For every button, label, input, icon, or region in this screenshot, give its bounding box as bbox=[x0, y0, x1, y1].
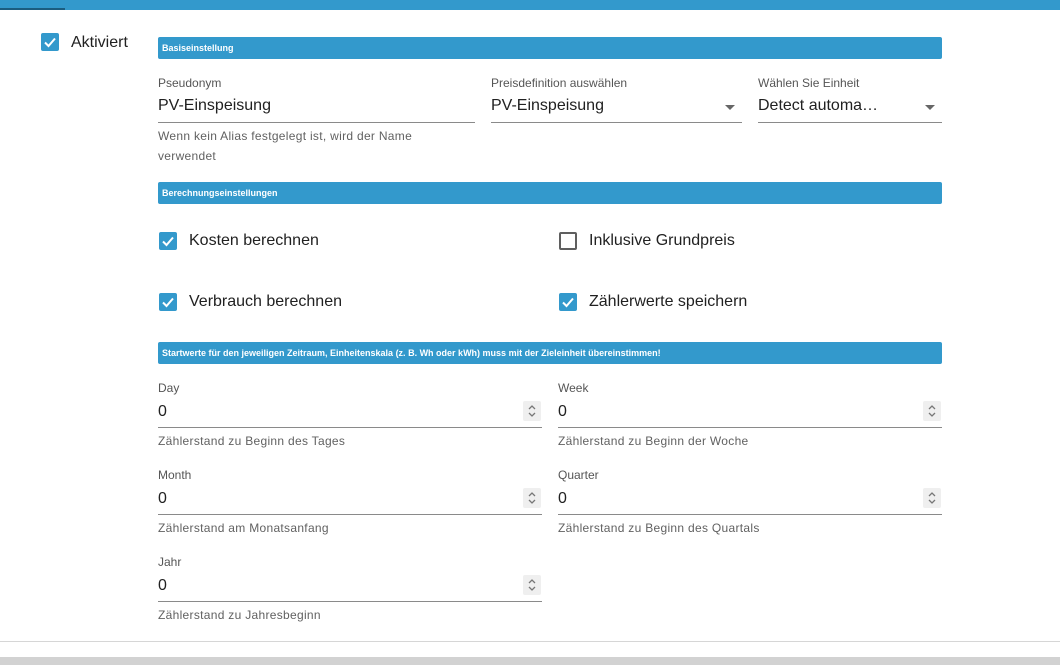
week-input[interactable]: 0 bbox=[558, 403, 918, 425]
day-hint: Zählerstand zu Beginn des Tages bbox=[158, 434, 346, 448]
top-toolbar bbox=[0, 0, 1060, 10]
quarter-underline bbox=[558, 514, 942, 515]
section-header-start: Startwerte für den jeweiligen Zeitraum, … bbox=[158, 342, 942, 364]
base-price-label: Inklusive Grundpreis bbox=[589, 232, 735, 249]
alias-label: Pseudonym bbox=[158, 76, 222, 90]
bottom-scrollbar-track[interactable] bbox=[0, 657, 1060, 665]
quarter-spin-updown-icon[interactable] bbox=[923, 488, 941, 508]
month-input[interactable]: 0 bbox=[158, 490, 518, 512]
day-underline bbox=[158, 427, 542, 428]
costs-label: Kosten berechnen bbox=[189, 232, 319, 249]
month-hint: Zählerstand am Monatsanfang bbox=[158, 521, 329, 535]
unit-select-label: Wählen Sie Einheit bbox=[758, 76, 860, 90]
price-underline bbox=[491, 122, 742, 123]
price-select[interactable]: PV-Einspeisung bbox=[491, 97, 742, 119]
year-label: Jahr bbox=[158, 555, 182, 569]
quarter-hint: Zählerstand zu Beginn des Quartals bbox=[558, 521, 760, 535]
unit-caret-down-icon[interactable] bbox=[925, 105, 935, 110]
price-select-label: Preisdefinition auswählen bbox=[491, 76, 628, 90]
year-underline bbox=[158, 601, 542, 602]
alias-underline bbox=[158, 122, 475, 123]
year-hint: Zählerstand zu Jahresbeginn bbox=[158, 608, 321, 622]
check-icon bbox=[562, 297, 574, 308]
day-label: Day bbox=[158, 381, 180, 395]
section-header-calc: Berechnungseinstellungen bbox=[158, 182, 942, 204]
store-meter-checkbox[interactable] bbox=[559, 293, 577, 311]
check-icon bbox=[44, 37, 56, 48]
month-label: Month bbox=[158, 468, 192, 482]
week-label: Week bbox=[558, 381, 589, 395]
week-hint: Zählerstand zu Beginn der Woche bbox=[558, 434, 749, 448]
active-tab-indicator bbox=[0, 8, 65, 10]
dialog-divider bbox=[0, 641, 1060, 642]
month-spin-updown-icon[interactable] bbox=[523, 488, 541, 508]
year-spin-updown-icon[interactable] bbox=[523, 575, 541, 595]
unit-underline bbox=[758, 122, 942, 123]
enabled-label: Aktiviert bbox=[71, 34, 128, 51]
base-price-checkbox[interactable] bbox=[559, 232, 577, 250]
alias-hint-line2: verwendet bbox=[158, 149, 217, 163]
day-spin-updown-icon[interactable] bbox=[523, 401, 541, 421]
day-input[interactable]: 0 bbox=[158, 403, 518, 425]
price-caret-down-icon[interactable] bbox=[725, 105, 735, 110]
alias-hint-line1: Wenn kein Alias festgelegt ist, wird der… bbox=[158, 129, 413, 143]
check-icon bbox=[162, 236, 174, 247]
consumption-checkbox[interactable] bbox=[159, 293, 177, 311]
week-spin-updown-icon[interactable] bbox=[923, 401, 941, 421]
enabled-checkbox[interactable] bbox=[41, 33, 59, 51]
week-underline bbox=[558, 427, 942, 428]
store-meter-label: Zählerwerte speichern bbox=[589, 293, 748, 310]
check-icon bbox=[162, 297, 174, 308]
quarter-label: Quarter bbox=[558, 468, 599, 482]
alias-input[interactable]: PV-Einspeisung bbox=[158, 97, 475, 119]
year-input[interactable]: 0 bbox=[158, 577, 518, 599]
unit-select[interactable]: Detect automa… bbox=[758, 97, 923, 119]
month-underline bbox=[158, 514, 542, 515]
quarter-input[interactable]: 0 bbox=[558, 490, 918, 512]
section-header-basic: Basiseinstellung bbox=[158, 37, 942, 59]
consumption-label: Verbrauch berechnen bbox=[189, 293, 342, 310]
costs-checkbox[interactable] bbox=[159, 232, 177, 250]
